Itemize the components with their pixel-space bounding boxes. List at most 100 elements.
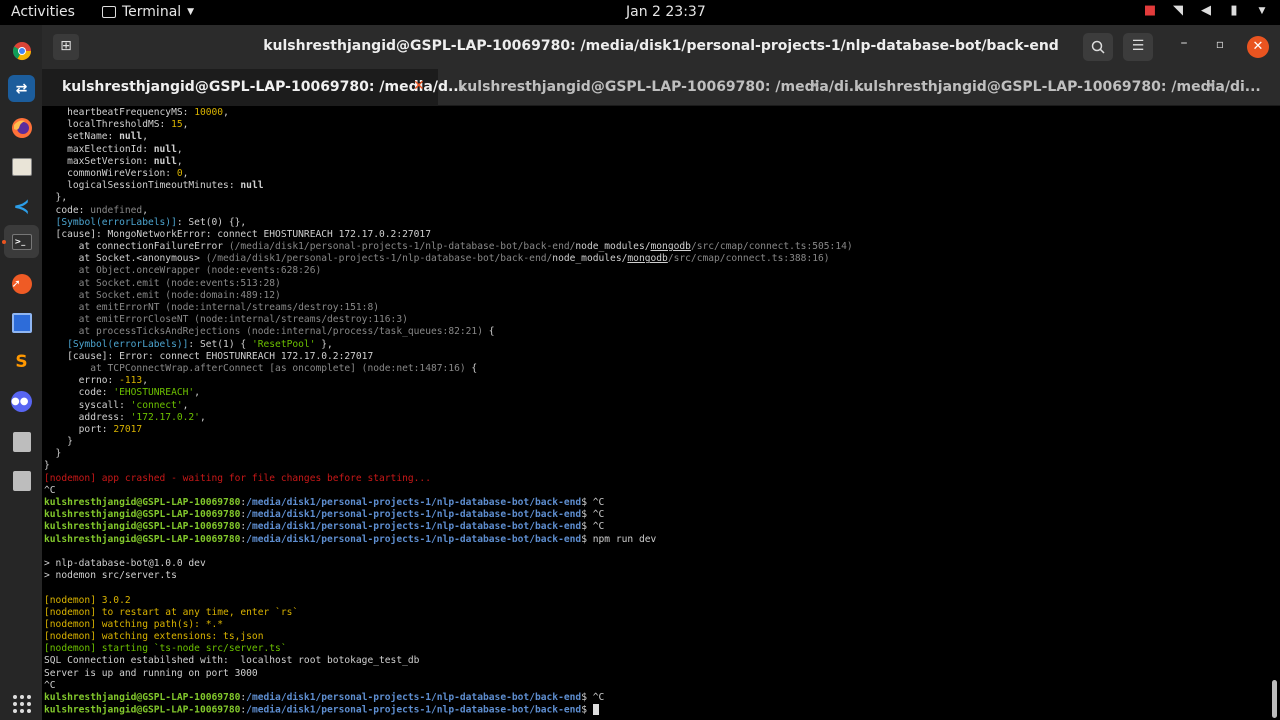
output-line: [nodemon] app crashed - waiting for file… bbox=[44, 473, 1264, 485]
output-text: [cause]: MongoNetworkError: connect EHOS… bbox=[44, 228, 431, 240]
prompt-line: kulshresthjangid@GSPL-LAP-10069780:/medi… bbox=[44, 521, 605, 533]
output-text: { bbox=[465, 362, 478, 374]
output-text: Server is up and running on port 3000 bbox=[44, 667, 258, 679]
command-text: ^C bbox=[586, 509, 605, 521]
output-text: , bbox=[199, 411, 206, 423]
output-line: > nlp-database-bot@1.0.0 dev bbox=[44, 558, 1264, 570]
output-text: address: bbox=[44, 411, 131, 423]
terminal-icon[interactable]: >_ bbox=[4, 225, 39, 258]
tab-3[interactable]: kulshresthjangid@GSPL-LAP-10069780: /med… bbox=[834, 69, 1261, 106]
drive-icon[interactable] bbox=[8, 428, 35, 455]
title-bar[interactable]: ⊞ kulshresthjangid@GSPL-LAP-10069780: /m… bbox=[42, 25, 1280, 69]
chevron-down-icon: ▼ bbox=[1258, 6, 1266, 16]
output-text: 15 bbox=[171, 119, 183, 131]
prompt-user: kulshresthjangid@GSPL-LAP-10069780 bbox=[44, 521, 241, 533]
clock[interactable]: Jan 2 23:37 bbox=[626, 4, 706, 20]
tab-1[interactable]: kulshresthjangid@GSPL-LAP-10069780: /med… bbox=[42, 69, 464, 106]
camera-icon: ■ bbox=[1143, 3, 1157, 18]
minimize-button[interactable]: – bbox=[1175, 35, 1193, 51]
tab-2[interactable]: kulshresthjangid@GSPL-LAP-10069780: /med… bbox=[438, 69, 865, 106]
firefox-icon[interactable] bbox=[8, 114, 35, 141]
active-indicator bbox=[2, 240, 6, 244]
output-line: at Socket.<anonymous> (/media/disk1/pers… bbox=[44, 253, 1264, 265]
output-text: node_modules/ bbox=[575, 241, 651, 253]
tab-label: kulshresthjangid@GSPL-LAP-10069780: /med… bbox=[458, 79, 865, 95]
show-applications-icon[interactable] bbox=[12, 694, 32, 714]
output-text: code: bbox=[44, 204, 91, 216]
output-text: code: bbox=[44, 387, 114, 399]
output-text: at TCPConnectWrap.afterConnect [as oncom… bbox=[44, 362, 466, 374]
output-text: : Set(1) { bbox=[188, 338, 252, 350]
output-text: : Set(0) {}, bbox=[176, 216, 247, 228]
close-icon[interactable]: ✕ bbox=[413, 78, 425, 94]
close-button[interactable]: ✕ bbox=[1247, 36, 1269, 58]
output-text: undefined bbox=[90, 204, 143, 216]
output-text: at processTicksAndRejections (node:inter… bbox=[44, 326, 483, 338]
scrollbar[interactable] bbox=[1272, 680, 1277, 718]
search-button[interactable] bbox=[1083, 33, 1113, 61]
output-line: } bbox=[44, 448, 1264, 460]
hamburger-menu-button[interactable]: ☰ bbox=[1123, 33, 1153, 61]
output-text: at emitErrorCloseNT (node:internal/strea… bbox=[44, 314, 408, 326]
sublime-icon[interactable]: S bbox=[8, 348, 35, 375]
output-text: }, bbox=[315, 338, 333, 350]
output-line: } bbox=[44, 460, 1264, 472]
output-line: [cause]: Error: connect EHOSTUNREACH 172… bbox=[44, 351, 1264, 363]
files-icon[interactable] bbox=[8, 153, 35, 180]
command-text: npm run dev bbox=[586, 533, 657, 545]
output-text: [nodemon] watching path(s): *.* bbox=[44, 618, 224, 630]
output-text: 10000 bbox=[194, 107, 224, 118]
output-line: commonWireVersion: 0, bbox=[44, 168, 1264, 180]
virtualbox-icon[interactable] bbox=[8, 309, 35, 336]
output-text: commonWireVersion: bbox=[44, 167, 177, 179]
prompt-path: /media/disk1/personal-projects-1/nlp-dat… bbox=[246, 509, 582, 521]
output-text: 27017 bbox=[113, 423, 143, 435]
output-text: logicalSessionTimeoutMinutes: bbox=[44, 180, 241, 192]
output-line: at Socket.emit (node:domain:489:12) bbox=[44, 290, 1264, 302]
output-text: 'ResetPool' bbox=[251, 338, 316, 350]
output-line: maxElectionId: null, bbox=[44, 144, 1264, 156]
output-text: port: bbox=[44, 423, 114, 435]
output-text: , bbox=[182, 167, 189, 179]
output-line: at Socket.emit (node:events:513:28) bbox=[44, 278, 1264, 290]
discord-icon[interactable]: ●● bbox=[8, 388, 35, 415]
close-icon[interactable]: ✕ bbox=[809, 78, 821, 94]
dock: ⇄ ≺ >_ ➚ S ●● bbox=[0, 25, 42, 720]
tab-label: kulshresthjangid@GSPL-LAP-10069780: /med… bbox=[854, 79, 1261, 95]
vscode-icon[interactable]: ≺ bbox=[8, 192, 35, 219]
output-text: [nodemon] watching extensions: ts,json bbox=[44, 631, 264, 643]
command-text: ^C bbox=[586, 692, 605, 703]
postman-icon[interactable]: ➚ bbox=[8, 270, 35, 297]
output-line: localThresholdMS: 15, bbox=[44, 119, 1264, 131]
output-text: ^C bbox=[44, 679, 56, 691]
output-line: [Symbol(errorLabels)]: Set(0) {}, bbox=[44, 217, 1264, 229]
output-text: setName: bbox=[44, 131, 120, 143]
chrome-icon[interactable] bbox=[8, 37, 35, 64]
prompt-path: /media/disk1/personal-projects-1/nlp-dat… bbox=[246, 521, 582, 533]
maximize-button[interactable]: ▫ bbox=[1211, 37, 1229, 51]
output-text: [nodemon] app crashed - waiting for file… bbox=[44, 472, 431, 484]
output-line: > nodemon src/server.ts bbox=[44, 570, 1264, 582]
output-text: (/media/disk1/personal-projects-1/nlp-da… bbox=[228, 241, 576, 253]
activities-button[interactable]: Activities bbox=[11, 4, 75, 20]
output-text: { bbox=[482, 326, 495, 338]
output-line: syscall: 'connect', bbox=[44, 400, 1264, 412]
drive-icon[interactable] bbox=[8, 467, 35, 494]
remmina-icon[interactable]: ⇄ bbox=[8, 75, 35, 102]
output-text: mongodb bbox=[627, 253, 668, 265]
system-tray[interactable]: ■ ◥ ◀ ▮ ▼ bbox=[1142, 3, 1270, 19]
command-text: ^C bbox=[586, 521, 605, 533]
output-text: null bbox=[119, 131, 143, 143]
output-line: [nodemon] starting `ts-node src/server.t… bbox=[44, 643, 1264, 655]
app-menu[interactable]: Terminal ▼ bbox=[102, 4, 194, 20]
output-text: } bbox=[44, 436, 73, 448]
output-text: > nodemon src/server.ts bbox=[44, 570, 177, 582]
output-line: logicalSessionTimeoutMinutes: null bbox=[44, 180, 1264, 192]
close-icon[interactable]: ✕ bbox=[1205, 78, 1217, 94]
terminal-output[interactable]: heartbeatFrequencyMS: 10000, localThresh… bbox=[44, 107, 1264, 720]
output-text: at connectionFailureError bbox=[44, 241, 229, 253]
output-line: ^C bbox=[44, 680, 1264, 692]
